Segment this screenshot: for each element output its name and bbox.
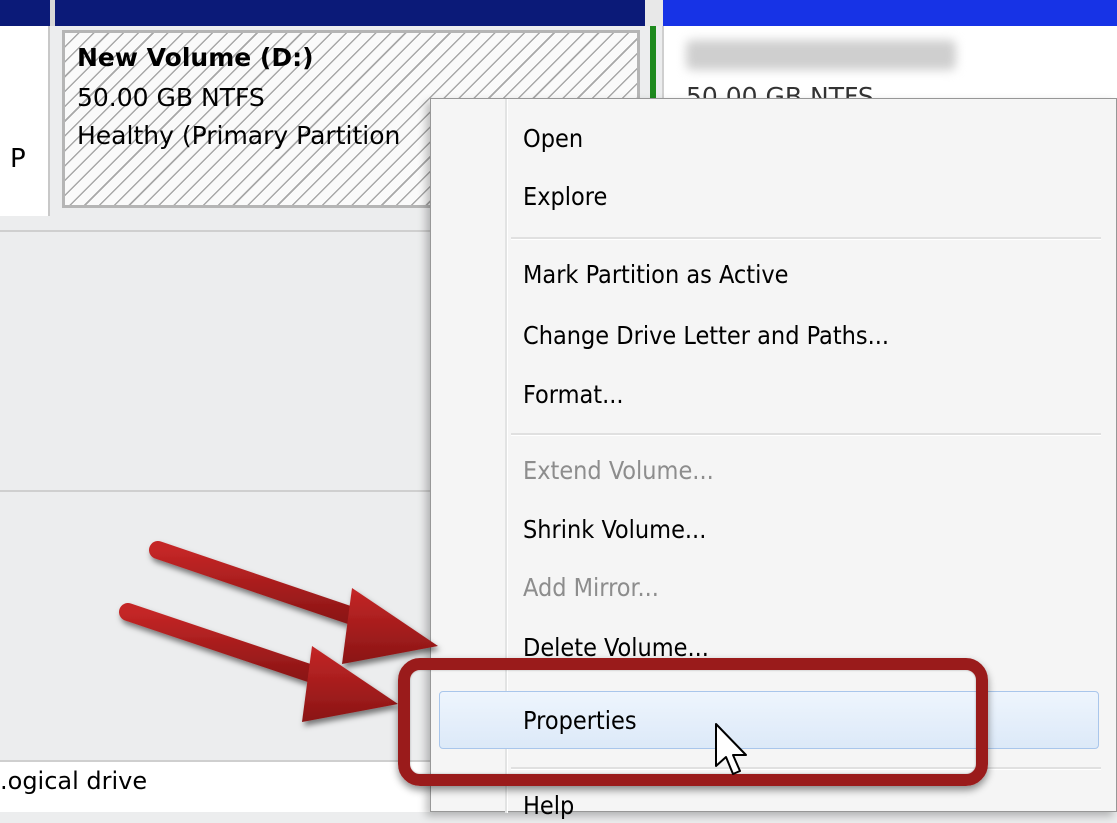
- menu-item-mark-active[interactable]: Mark Partition as Active: [523, 258, 789, 292]
- legend-logical-drive: .ogical drive: [0, 767, 148, 795]
- menu-item-shrink-volume[interactable]: Shrink Volume...: [523, 513, 706, 547]
- menu-item-add-mirror[interactable]: Add Mirror...: [523, 571, 659, 605]
- menu-item-help[interactable]: Help: [523, 789, 574, 823]
- volume-status: Healthy (Primary Partition: [77, 121, 401, 150]
- disk-bar-gap: [645, 0, 663, 26]
- partition-letter: P: [10, 144, 26, 174]
- menu-item-open[interactable]: Open: [523, 122, 583, 156]
- menu-item-format[interactable]: Format...: [523, 378, 624, 412]
- disk-bar-divider: [50, 0, 55, 26]
- callout-highlight-box: [398, 658, 988, 786]
- mouse-pointer-icon: [715, 723, 747, 775]
- arrow-lower-icon: [119, 603, 398, 722]
- disk-bar-logical: [663, 0, 1117, 26]
- menu-item-explore[interactable]: Explore: [523, 180, 607, 214]
- menu-item-change-drive-letter[interactable]: Change Drive Letter and Paths...: [523, 319, 889, 353]
- arrow-upper-icon: [149, 541, 438, 664]
- volume-size: 50.00 GB NTFS: [77, 83, 265, 112]
- menu-separator: [511, 433, 1101, 436]
- disk-bar-primary: [0, 0, 645, 26]
- menu-item-extend-volume[interactable]: Extend Volume...: [523, 454, 714, 488]
- volume-name: New Volume (D:): [77, 43, 314, 72]
- menu-separator: [511, 237, 1101, 240]
- blurred-volume-name: [686, 40, 956, 70]
- partition-cell-left[interactable]: P: [0, 26, 50, 216]
